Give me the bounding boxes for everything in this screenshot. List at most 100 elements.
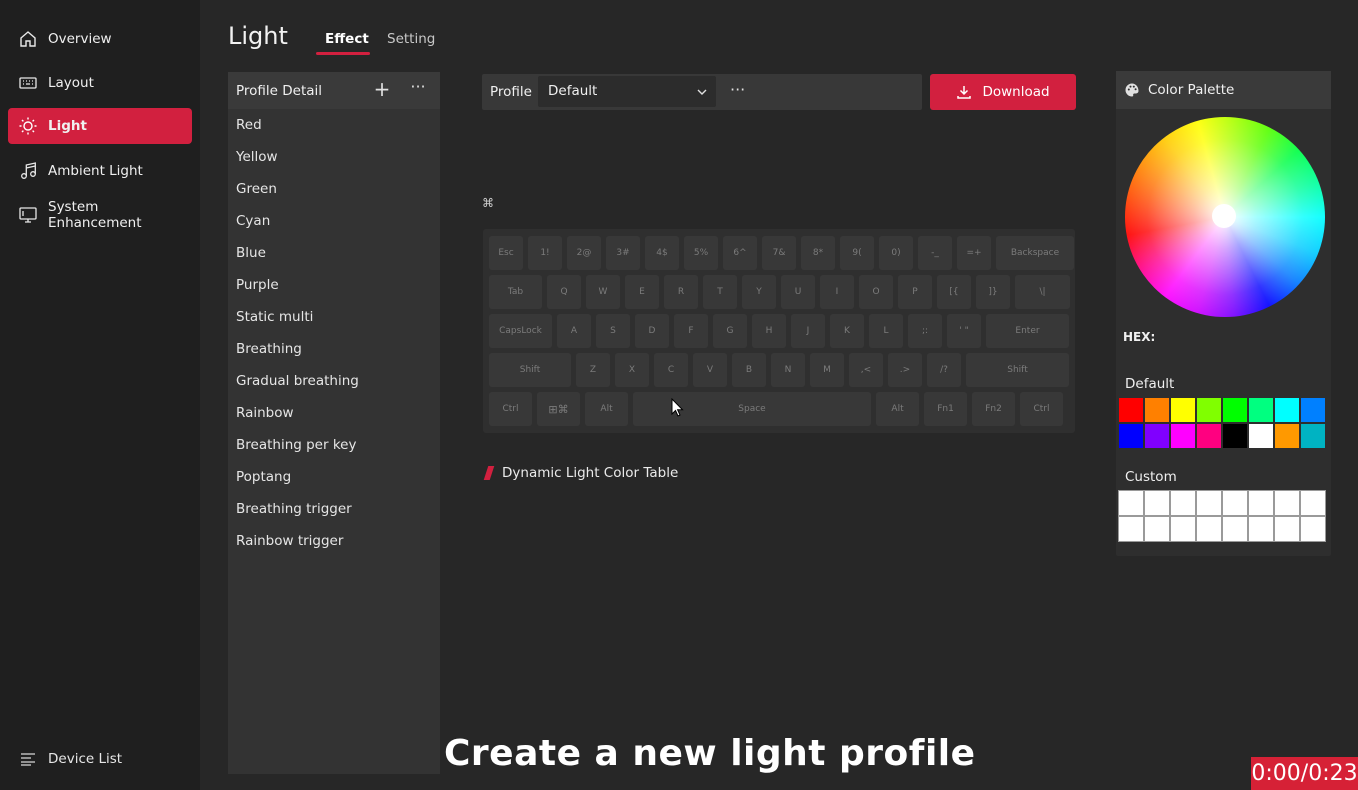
sidebar-item-system-enhancement[interactable]: System Enhancement (8, 197, 192, 233)
key-3[interactable]: 3# (606, 236, 640, 270)
key-d[interactable]: D (635, 314, 669, 348)
key-h[interactable]: H (752, 314, 786, 348)
default-color-swatch[interactable] (1196, 423, 1222, 449)
key-8[interactable]: 8* (801, 236, 835, 270)
default-color-swatch[interactable] (1300, 397, 1326, 423)
custom-color-swatch[interactable] (1248, 490, 1274, 516)
effect-item[interactable]: Blue (228, 237, 440, 269)
effect-item[interactable]: Static multi (228, 301, 440, 333)
key-g[interactable]: G (713, 314, 747, 348)
effect-item[interactable]: Red (228, 109, 440, 141)
custom-color-swatch[interactable] (1274, 490, 1300, 516)
key-b[interactable]: B (732, 353, 766, 387)
effect-item[interactable]: Green (228, 173, 440, 205)
default-color-swatch[interactable] (1222, 397, 1248, 423)
key-p[interactable]: P (898, 275, 932, 309)
default-color-swatch[interactable] (1196, 397, 1222, 423)
key-v[interactable]: V (693, 353, 727, 387)
key-space[interactable]: Space (633, 392, 871, 426)
key-0[interactable]: 0) (879, 236, 913, 270)
effect-item[interactable]: Breathing per key (228, 429, 440, 461)
key-n[interactable]: N (771, 353, 805, 387)
custom-color-swatch[interactable] (1222, 490, 1248, 516)
custom-color-swatch[interactable] (1248, 516, 1274, 542)
key-c[interactable]: C (654, 353, 688, 387)
effect-item[interactable]: Rainbow (228, 397, 440, 429)
device-list-button[interactable]: Device List (8, 741, 192, 777)
sidebar-item-ambient-light[interactable]: Ambient Light (8, 153, 192, 189)
key-a[interactable]: A (557, 314, 591, 348)
default-color-swatch[interactable] (1274, 423, 1300, 449)
effect-item[interactable]: Breathing (228, 333, 440, 365)
effect-item[interactable]: Rainbow trigger (228, 525, 440, 557)
key-j[interactable]: J (791, 314, 825, 348)
default-color-swatch[interactable] (1144, 423, 1170, 449)
key-symbol[interactable]: ;: (908, 314, 942, 348)
key-i[interactable]: I (820, 275, 854, 309)
custom-color-swatch[interactable] (1144, 490, 1170, 516)
key-2[interactable]: 2@ (567, 236, 601, 270)
key-f[interactable]: F (674, 314, 708, 348)
key-enter[interactable]: Enter (986, 314, 1069, 348)
custom-color-swatch[interactable] (1118, 490, 1144, 516)
key-u[interactable]: U (781, 275, 815, 309)
tab-setting[interactable]: Setting (387, 31, 435, 47)
effect-item[interactable]: Purple (228, 269, 440, 301)
default-color-swatch[interactable] (1144, 397, 1170, 423)
key-win[interactable]: ⊞⌘ (537, 392, 580, 426)
key-capslock[interactable]: CapsLock (489, 314, 552, 348)
custom-color-swatch[interactable] (1222, 516, 1248, 542)
key-fn1[interactable]: Fn1 (924, 392, 967, 426)
sidebar-item-layout[interactable]: Layout (8, 65, 192, 101)
key-o[interactable]: O (859, 275, 893, 309)
custom-color-swatch[interactable] (1170, 516, 1196, 542)
default-color-swatch[interactable] (1248, 397, 1274, 423)
key-alt[interactable]: Alt (585, 392, 628, 426)
download-button[interactable]: Download (930, 74, 1076, 110)
key-s[interactable]: S (596, 314, 630, 348)
custom-color-swatch[interactable] (1144, 516, 1170, 542)
key-m[interactable]: M (810, 353, 844, 387)
key-shift[interactable]: Shift (966, 353, 1069, 387)
key-k[interactable]: K (830, 314, 864, 348)
custom-color-swatch[interactable] (1118, 516, 1144, 542)
key-r[interactable]: R (664, 275, 698, 309)
key-symbol[interactable]: /? (927, 353, 961, 387)
more-options-icon[interactable]: ··· (408, 79, 428, 100)
key-esc[interactable]: Esc (489, 236, 523, 270)
key-tab[interactable]: Tab (489, 275, 542, 309)
profile-more-icon[interactable]: ··· (730, 80, 745, 99)
custom-color-swatch[interactable] (1300, 516, 1326, 542)
effect-item[interactable]: Gradual breathing (228, 365, 440, 397)
key-5[interactable]: 5% (684, 236, 718, 270)
key-symbol[interactable]: ' " (947, 314, 981, 348)
add-effect-button[interactable]: + (372, 79, 392, 100)
default-color-swatch[interactable] (1170, 397, 1196, 423)
key-ctrl[interactable]: Ctrl (489, 392, 532, 426)
sidebar-item-light[interactable]: Light (8, 108, 192, 144)
custom-color-swatch[interactable] (1196, 490, 1222, 516)
custom-color-swatch[interactable] (1170, 490, 1196, 516)
key-1[interactable]: 1! (528, 236, 562, 270)
custom-color-swatch[interactable] (1196, 516, 1222, 542)
custom-color-swatch[interactable] (1300, 490, 1326, 516)
key-symbol[interactable]: ]} (976, 275, 1010, 309)
default-color-swatch[interactable] (1222, 423, 1248, 449)
effect-item[interactable]: Yellow (228, 141, 440, 173)
key-symbol[interactable]: [{ (937, 275, 971, 309)
key-symbol[interactable]: =+ (957, 236, 991, 270)
key-ctrl[interactable]: Ctrl (1020, 392, 1063, 426)
key-symbol[interactable]: \| (1015, 275, 1070, 309)
default-color-swatch[interactable] (1118, 397, 1144, 423)
custom-color-swatch[interactable] (1274, 516, 1300, 542)
key-alt[interactable]: Alt (876, 392, 919, 426)
default-color-swatch[interactable] (1170, 423, 1196, 449)
key-x[interactable]: X (615, 353, 649, 387)
key-e[interactable]: E (625, 275, 659, 309)
key-backspace[interactable]: Backspace (996, 236, 1074, 270)
key-6[interactable]: 6^ (723, 236, 757, 270)
tab-effect[interactable]: Effect (325, 31, 369, 47)
key-symbol[interactable]: ,< (849, 353, 883, 387)
effect-item[interactable]: Breathing trigger (228, 493, 440, 525)
key-t[interactable]: T (703, 275, 737, 309)
